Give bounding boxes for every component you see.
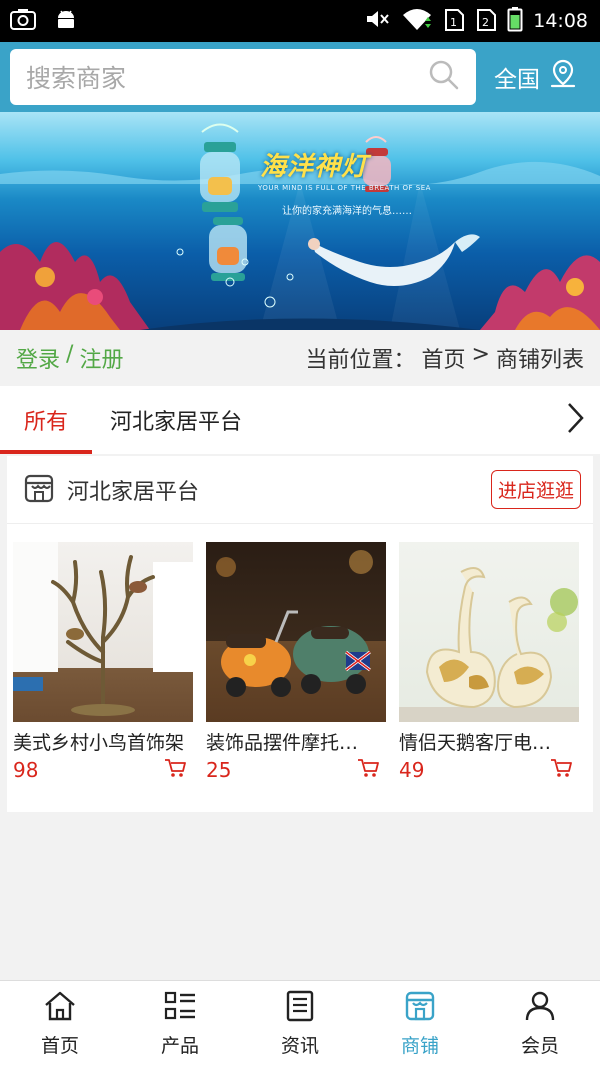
nav-member-label: 会员 <box>520 1035 559 1057</box>
sim2-icon: 2 <box>475 6 497 37</box>
nav-news-label: 资讯 <box>280 1035 319 1057</box>
visit-store-button[interactable]: 进店逛逛 <box>490 470 581 509</box>
cart-icon[interactable] <box>163 757 187 783</box>
shop-card: 河北家居平台 进店逛逛 美式乡村小鸟首饰架 98 装饰品摆件摩托… 25 情侣天… <box>7 456 593 812</box>
breadcrumb-home[interactable]: 首页 <box>422 342 466 374</box>
wifi-icon <box>401 7 433 36</box>
nav-home[interactable]: 首页 <box>0 981 120 1067</box>
nav-products[interactable]: 产品 <box>120 981 240 1067</box>
product-image[interactable] <box>13 542 193 722</box>
product-name[interactable]: 美式乡村小鸟首饰架 <box>13 728 193 755</box>
nav-home-label: 首页 <box>40 1035 79 1057</box>
nav-member[interactable]: 会员 <box>480 981 600 1067</box>
news-icon <box>283 990 317 1027</box>
status-bar: 1 2 14:08 <box>0 0 600 42</box>
product-item[interactable]: 情侣天鹅客厅电… 49 <box>399 542 579 783</box>
region-selector[interactable]: 全国 <box>494 58 578 96</box>
product-price: 98 <box>13 758 39 782</box>
store-icon <box>23 472 55 508</box>
sim1-icon: 1 <box>443 6 465 37</box>
product-image[interactable] <box>399 542 579 722</box>
screenshot-icon <box>10 8 36 34</box>
battery-icon <box>507 6 523 37</box>
top-header: 搜索商家 全国 <box>0 42 600 112</box>
mute-icon <box>365 8 391 35</box>
search-icon[interactable] <box>428 59 460 95</box>
region-label: 全国 <box>494 67 540 93</box>
banner-subtitle-cn: 让你的家充满海洋的气息…… <box>282 206 412 217</box>
breadcrumb: 当前位置： 首页 > 商铺列表 <box>306 342 584 374</box>
category-tabs: 所有 河北家居平台 <box>0 386 600 454</box>
search-input[interactable]: 搜索商家 <box>26 59 428 95</box>
product-item[interactable]: 装饰品摆件摩托… 25 <box>206 542 386 783</box>
user-icon <box>523 990 557 1027</box>
cart-icon[interactable] <box>549 757 573 783</box>
product-list: 美式乡村小鸟首饰架 98 装饰品摆件摩托… 25 情侣天鹅客厅电… 49 <box>7 524 593 783</box>
bottom-nav: 首页 产品 资讯 商铺 会员 <box>0 980 600 1067</box>
product-price: 25 <box>206 758 232 782</box>
login-link[interactable]: 登录 <box>16 342 60 374</box>
register-link[interactable]: 注册 <box>79 342 123 374</box>
home-icon <box>43 990 77 1027</box>
login-register: 登录 / 注册 <box>16 342 123 374</box>
banner-subtitle-en: YOUR MIND IS FULL OF THE BREATH OF SEA <box>258 184 431 192</box>
product-image[interactable] <box>206 542 386 722</box>
grid-list-icon <box>163 990 197 1027</box>
location-pin-icon <box>548 58 578 96</box>
cart-icon[interactable] <box>356 757 380 783</box>
nav-products-label: 产品 <box>160 1035 199 1057</box>
login-row: 登录 / 注册 当前位置： 首页 > 商铺列表 <box>0 330 600 386</box>
tabs-next-button[interactable] <box>550 386 600 454</box>
svg-text:1: 1 <box>450 16 457 29</box>
clock: 14:08 <box>533 10 588 32</box>
store-icon <box>403 990 437 1027</box>
nav-stores[interactable]: 商铺 <box>360 981 480 1067</box>
shop-name[interactable]: 河北家居平台 <box>67 474 199 506</box>
breadcrumb-sep: > <box>471 342 490 367</box>
login-separator: / <box>66 342 74 367</box>
svg-text:2: 2 <box>482 16 489 29</box>
product-name[interactable]: 装饰品摆件摩托… <box>206 728 386 755</box>
nav-stores-label: 商铺 <box>400 1035 439 1057</box>
product-item[interactable]: 美式乡村小鸟首饰架 98 <box>13 542 193 783</box>
chevron-right-icon <box>565 401 585 439</box>
promo-banner[interactable]: 海洋神灯 YOUR MIND IS FULL OF THE BREATH OF … <box>0 112 600 330</box>
search-box[interactable]: 搜索商家 <box>10 49 476 105</box>
tab-hebei-home[interactable]: 河北家居平台 <box>110 386 242 454</box>
breadcrumb-current: 商铺列表 <box>495 348 584 373</box>
banner-title: 海洋神灯 <box>260 152 369 182</box>
android-icon <box>54 7 78 35</box>
nav-news[interactable]: 资讯 <box>240 981 360 1067</box>
tab-all[interactable]: 所有 <box>0 386 92 454</box>
product-name[interactable]: 情侣天鹅客厅电… <box>399 728 579 755</box>
shop-header: 河北家居平台 进店逛逛 <box>7 456 593 524</box>
product-price: 49 <box>399 758 425 782</box>
breadcrumb-prefix: 当前位置： <box>305 348 416 373</box>
